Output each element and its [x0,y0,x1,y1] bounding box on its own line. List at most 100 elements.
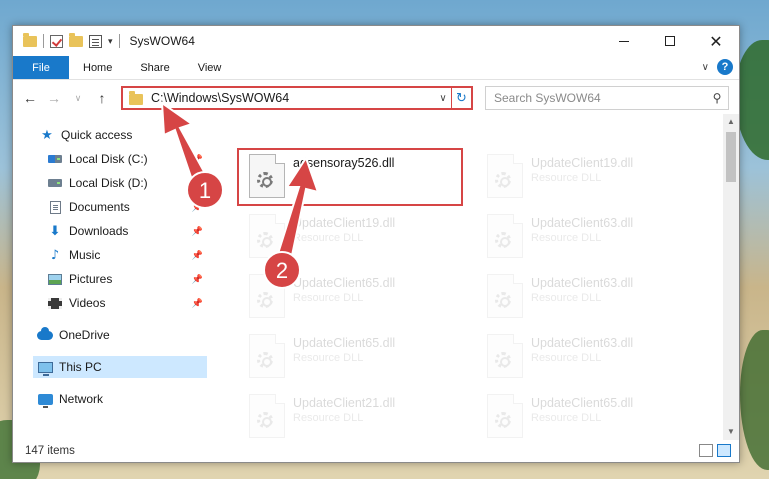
dll-file-icon [249,214,285,258]
search-input[interactable]: Search SysWOW64 [494,91,706,105]
file-type: Resource DLL [531,232,602,244]
sidebar-item-pictures[interactable]: Pictures 📌 [47,268,207,290]
large-icons-view-icon[interactable] [717,444,731,457]
file-item[interactable]: UpdateClient21.dll Resource DLL [239,390,459,440]
sidebar-item-label: Local Disk (C:) [69,152,148,166]
gear-icon [495,232,511,248]
folder-icon [129,91,143,105]
disk-icon [48,155,62,163]
star-icon: ★ [41,127,53,143]
status-bar: 147 items [13,440,739,462]
maximize-icon [665,36,675,46]
file-item[interactable]: UpdateClient65.dll Resource DLL [477,390,697,440]
sidebar-item-network[interactable]: Network [37,388,207,410]
sidebar-item-label: This PC [59,360,102,374]
file-name: UpdateClient19.dll [293,216,396,230]
pin-icon[interactable]: 📌 [192,226,203,237]
sidebar-item-music[interactable]: ♪ Music 📌 [47,244,207,266]
sidebar-item-quick-access[interactable]: ★ Quick access [39,124,207,146]
sidebar-item-videos[interactable]: Videos 📌 [47,292,207,314]
sidebar-item-onedrive[interactable]: OneDrive [37,324,207,346]
window-title: SysWOW64 [129,34,195,48]
dll-file-icon [487,334,523,378]
scroll-down-icon[interactable]: ▼ [723,424,739,440]
pin-icon[interactable]: 📌 [192,202,203,213]
file-name: UpdateClient63.dll [531,336,634,350]
up-arrow-icon[interactable]: ↑ [93,90,111,106]
file-name: UpdateClient63.dll [531,276,634,290]
file-item[interactable]: UpdateClient63.dll Resource DLL [477,210,697,264]
new-folder-icon[interactable] [69,32,83,47]
sidebar-item-downloads[interactable]: ⬇ Downloads 📌 [47,220,207,242]
sidebar-item-local-disk-c[interactable]: Local Disk (C:) 📌 [47,148,207,170]
expand-ribbon-chevron-icon[interactable]: ∨ [702,62,709,73]
pin-icon[interactable]: 📌 [192,250,203,261]
file-name: UpdateClient19.dll [531,156,634,170]
downloads-icon: ⬇ [49,223,61,239]
customize-toolbar-chevron-icon[interactable]: ▾ [108,36,113,47]
gear-icon [495,172,511,188]
sidebar-item-local-disk-d[interactable]: Local Disk (D:) [47,172,207,194]
back-arrow-icon[interactable]: ← [21,90,39,106]
file-item[interactable]: UpdateClient19.dll Resource DLL [239,210,459,264]
file-item[interactable]: UpdateClient65.dll Resource DLL [239,330,459,384]
vertical-scrollbar[interactable]: ▲ ▼ [723,114,739,440]
dll-file-icon [487,394,523,438]
minimize-icon [619,40,629,42]
file-item[interactable]: UpdateClient63.dll Resource DLL [477,270,697,324]
sidebar-item-label: Videos [69,296,106,310]
videos-icon [48,297,62,309]
tab-view[interactable]: View [184,56,236,79]
gear-icon [257,232,273,248]
file-item[interactable]: UpdateClient65.dll Resource DLL [239,270,459,324]
pictures-icon [48,273,62,285]
maximize-button[interactable] [647,26,693,56]
properties-check-icon[interactable] [50,34,63,48]
sidebar-item-label: OneDrive [59,328,110,342]
address-bar[interactable]: C:\Windows\SysWOW64 ∨ ↻ [121,86,473,110]
dll-file-icon [487,214,523,258]
minimize-button[interactable] [601,26,647,56]
sidebar-item-label: Music [69,248,101,262]
tab-file[interactable]: File [13,56,69,79]
file-type: Resource DLL [293,292,364,304]
file-name: UpdateClient21.dll [293,396,396,410]
close-button[interactable]: ✕ [693,26,739,56]
view-toggle [699,444,731,457]
ribbon-right-controls: ∨ ? [702,59,733,75]
file-type: Resource DLL [293,352,364,364]
this-pc-icon [37,361,53,376]
sidebar-item-label: Downloads [69,224,129,238]
address-path[interactable]: C:\Windows\SysWOW64 [151,91,435,105]
tab-home[interactable]: Home [69,56,126,79]
gear-icon [495,412,511,428]
details-view-icon[interactable] [699,444,713,457]
dll-file-icon [487,274,523,318]
background-palm [735,40,769,160]
recent-locations-chevron-icon[interactable]: ∨ [69,93,87,104]
network-icon [37,393,53,408]
search-box[interactable]: Search SysWOW64 ⚲ [485,86,729,110]
pin-icon[interactable]: 📌 [192,154,203,165]
nav-buttons: ← → ∨ ↑ [13,90,119,106]
sidebar-item-label: Network [59,392,104,406]
pin-icon[interactable]: 📌 [192,274,203,285]
refresh-icon[interactable]: ↻ [451,88,471,108]
scroll-up-icon[interactable]: ▲ [723,114,739,130]
file-type: Resource DLL [293,412,364,424]
sidebar-item-this-pc[interactable]: This PC [33,356,207,378]
sidebar-item-documents[interactable]: Documents 📌 [47,196,207,218]
ribbon-tabs: File Home Share View ∨ ? [13,56,739,80]
list-properties-icon[interactable] [89,34,102,48]
scrollbar-thumb[interactable] [726,132,736,182]
search-icon[interactable]: ⚲ [706,91,728,105]
item-count: 147 items [25,445,75,457]
forward-arrow-icon[interactable]: → [45,90,63,106]
address-history-chevron-icon[interactable]: ∨ [435,93,451,104]
file-item[interactable]: UpdateClient19.dll Resource DLL [477,150,697,204]
tab-share[interactable]: Share [126,56,183,79]
gear-icon [257,352,273,368]
help-icon[interactable]: ? [717,59,733,75]
file-item[interactable]: UpdateClient63.dll Resource DLL [477,330,697,384]
pin-icon[interactable]: 📌 [192,298,203,309]
